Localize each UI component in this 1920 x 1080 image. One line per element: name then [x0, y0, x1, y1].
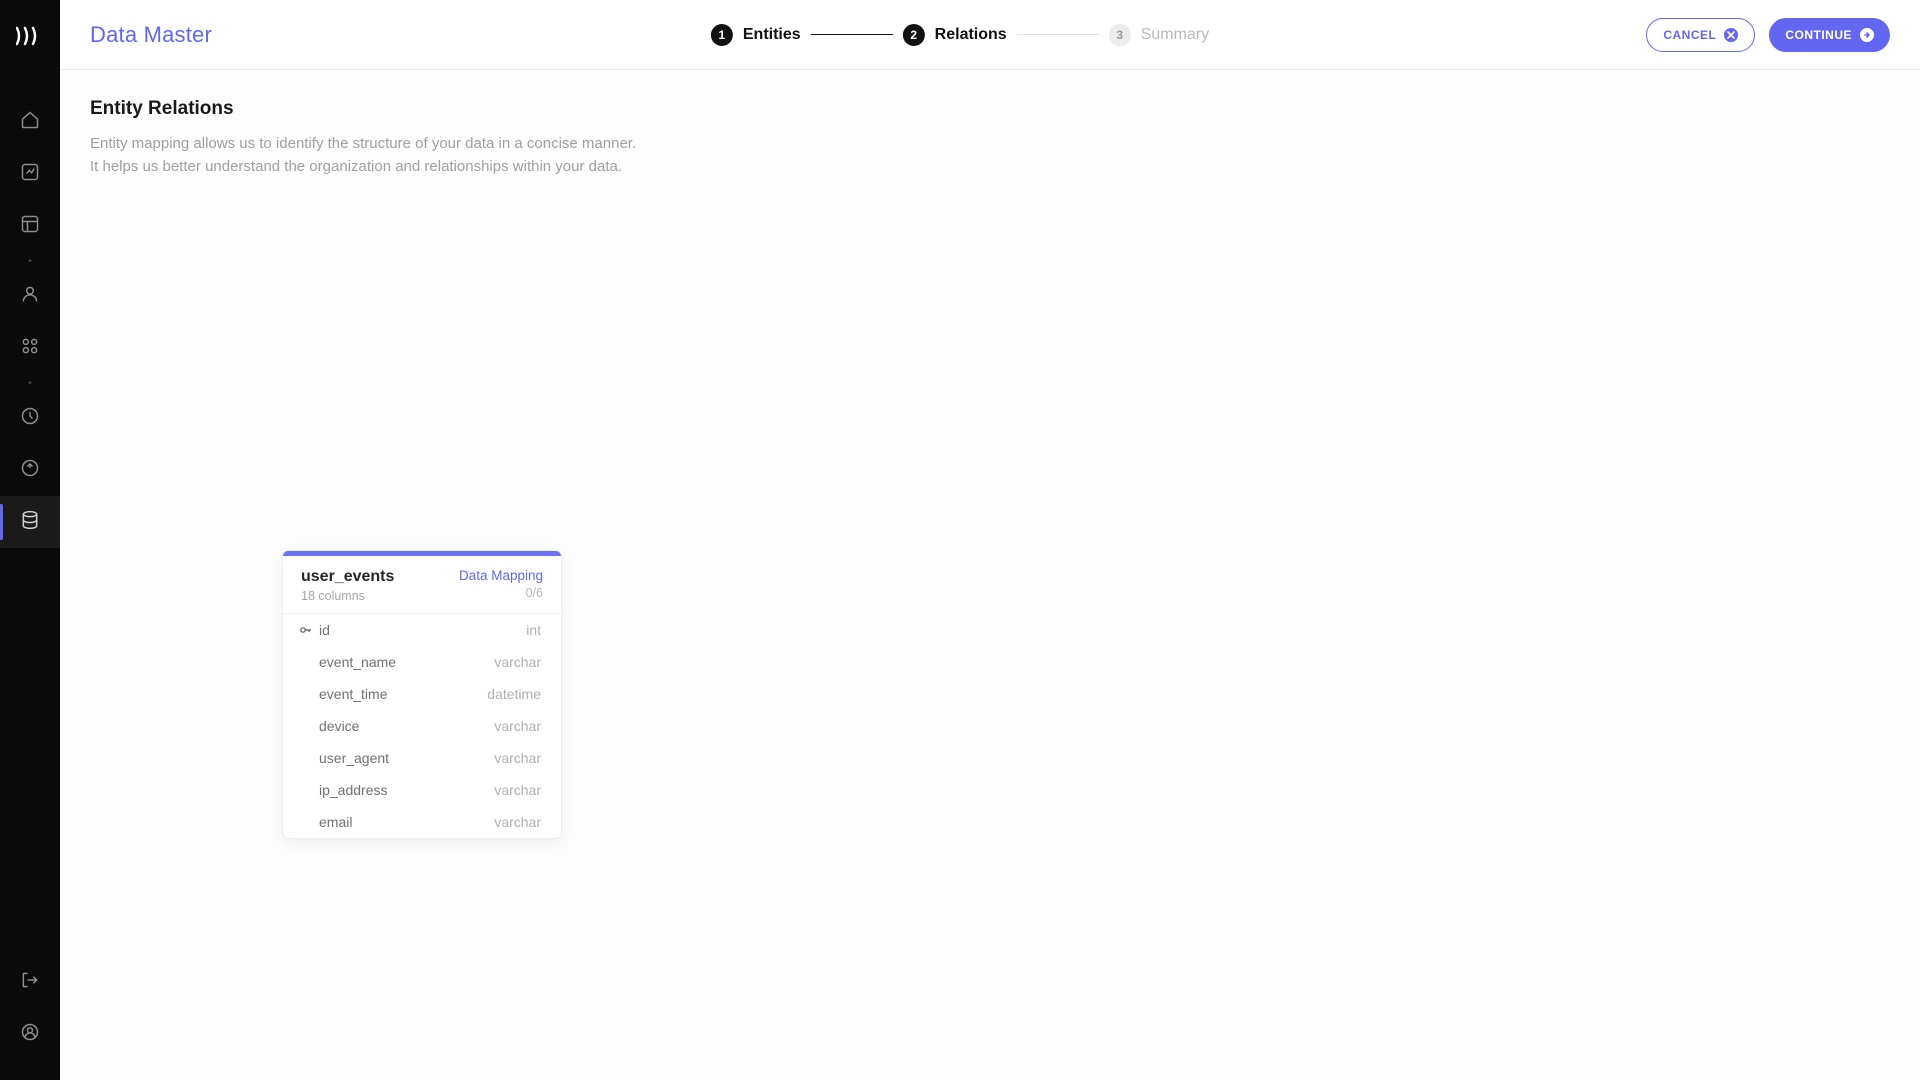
sidebar-item-components[interactable]: [0, 322, 60, 374]
continue-button[interactable]: CONTINUE: [1769, 18, 1890, 52]
sidebar-item-profile[interactable]: [0, 1008, 60, 1060]
main: Data Master 1 Entities 2 Relations 3 Sum…: [60, 0, 1920, 1080]
header: Data Master 1 Entities 2 Relations 3 Sum…: [60, 0, 1920, 70]
step-summary[interactable]: 3 Summary: [1109, 24, 1209, 46]
app-title: Data Master: [90, 22, 212, 48]
sidebar-item-share[interactable]: [0, 444, 60, 496]
cancel-button[interactable]: CANCEL: [1646, 18, 1755, 52]
sidebar-bottom: [0, 956, 60, 1080]
sidebar: [0, 0, 60, 1080]
close-icon: [1724, 28, 1738, 42]
entity-columns: idintevent_namevarcharevent_timedatetime…: [283, 614, 561, 838]
entity-column-name: id: [319, 622, 330, 638]
home-icon: [20, 110, 40, 135]
sidebar-item-layout[interactable]: [0, 200, 60, 252]
stepper: 1 Entities 2 Relations 3 Summary: [711, 24, 1209, 46]
step-badge: 2: [903, 24, 925, 46]
page-title: Entity Relations: [90, 98, 1890, 120]
app-logo[interactable]: [14, 20, 46, 52]
step-relations[interactable]: 2 Relations: [903, 24, 1007, 46]
layout-icon: [20, 214, 40, 239]
entity-column-type: int: [526, 622, 541, 638]
entity-column-type: varchar: [494, 718, 541, 734]
entity-column-type: varchar: [494, 750, 541, 766]
entity-card-header: user_events 18 columns Data Mapping 0/6: [283, 556, 561, 614]
step-entities[interactable]: 1 Entities: [711, 24, 801, 46]
entity-column-type: datetime: [487, 686, 541, 702]
entity-card-user-events[interactable]: user_events 18 columns Data Mapping 0/6 …: [282, 550, 562, 839]
entity-column-row[interactable]: event_name varchar: [283, 646, 561, 678]
entity-column-name: event_name: [319, 654, 396, 670]
step-badge: 3: [1109, 24, 1131, 46]
entity-column-name: event_time: [319, 686, 387, 702]
sidebar-item-users[interactable]: [0, 270, 60, 322]
profile-icon: [20, 1022, 40, 1047]
entity-column-row[interactable]: event_time datetime: [283, 678, 561, 710]
continue-button-label: CONTINUE: [1785, 28, 1852, 42]
logout-icon: [20, 970, 40, 995]
data-mapping-count: 0/6: [459, 586, 543, 600]
entity-column-row[interactable]: user_agent varchar: [283, 742, 561, 774]
data-mapping-link[interactable]: Data Mapping: [459, 568, 543, 583]
sidebar-divider: [28, 374, 32, 392]
entity-column-row[interactable]: device varchar: [283, 710, 561, 742]
entity-column-row[interactable]: email varchar: [283, 806, 561, 838]
entity-column-name: ip_address: [319, 782, 388, 798]
share-icon: [20, 458, 40, 483]
arrow-right-icon: [1860, 28, 1874, 42]
page-description: Entity mapping allows us to identify the…: [90, 132, 650, 179]
sidebar-item-activity[interactable]: [0, 392, 60, 444]
sidebar-item-logout[interactable]: [0, 956, 60, 1008]
step-label: Entities: [743, 26, 801, 44]
key-icon: [299, 625, 313, 635]
dashboard-icon: [20, 162, 40, 187]
content-canvas[interactable]: Entity Relations Entity mapping allows u…: [60, 70, 1920, 1080]
entity-column-type: varchar: [494, 654, 541, 670]
step-line: [1017, 34, 1099, 36]
entity-column-type: varchar: [494, 782, 541, 798]
step-badge: 1: [711, 24, 733, 46]
components-icon: [20, 336, 40, 361]
sidebar-item-home[interactable]: [0, 96, 60, 148]
sidebar-divider: [28, 252, 32, 270]
entity-column-row[interactable]: id int: [283, 614, 561, 646]
entity-column-name: device: [319, 718, 359, 734]
entity-name: user_events: [301, 568, 394, 586]
entity-column-name: email: [319, 814, 352, 830]
step-label: Relations: [935, 26, 1007, 44]
step-label: Summary: [1141, 26, 1209, 44]
users-icon: [20, 284, 40, 309]
cancel-button-label: CANCEL: [1663, 28, 1716, 42]
database-icon: [20, 510, 40, 535]
entity-column-name: user_agent: [319, 750, 389, 766]
step-line: [811, 34, 893, 36]
activity-icon: [20, 406, 40, 431]
entity-column-count: 18 columns: [301, 589, 394, 603]
header-actions: CANCEL CONTINUE: [1646, 18, 1890, 52]
sidebar-item-dashboard[interactable]: [0, 148, 60, 200]
sidebar-item-database[interactable]: [0, 496, 60, 548]
entity-column-row[interactable]: ip_address varchar: [283, 774, 561, 806]
entity-column-type: varchar: [494, 814, 541, 830]
